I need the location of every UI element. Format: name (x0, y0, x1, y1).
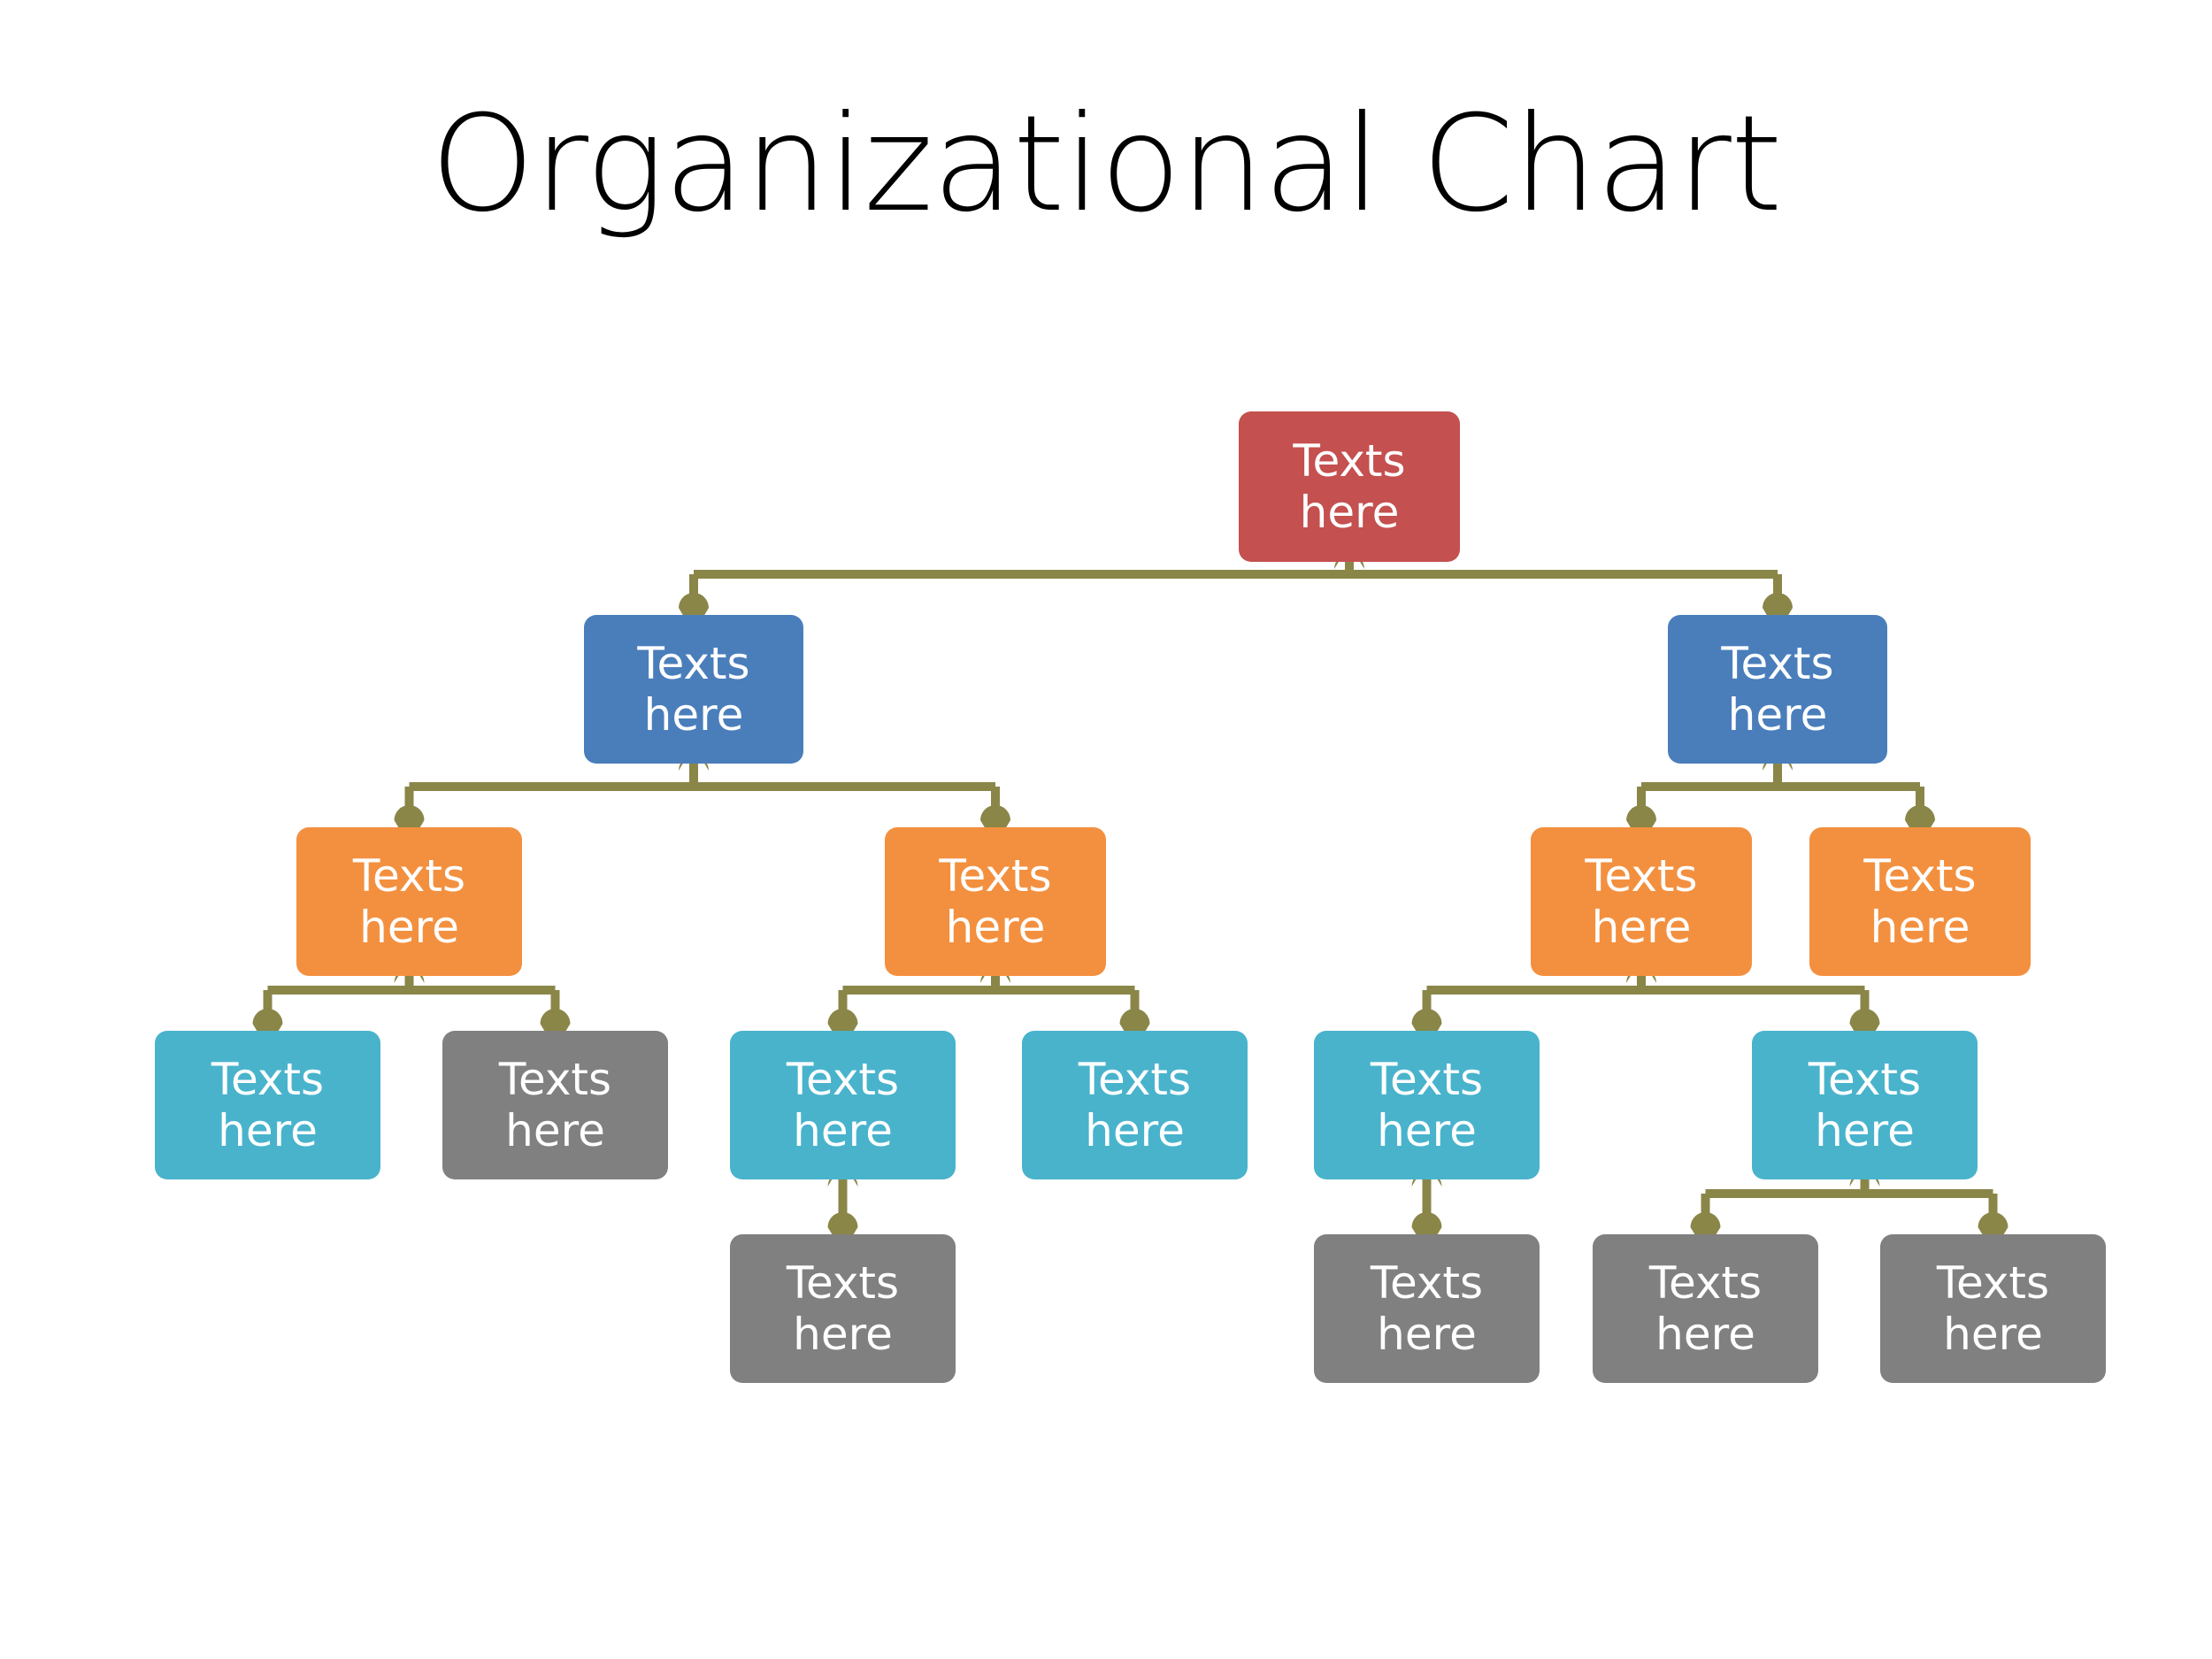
org-node-label-line1: Texts (1370, 1054, 1484, 1105)
org-node-label-line2: here (1655, 1309, 1755, 1360)
org-node-label-line1: Texts (939, 850, 1052, 902)
org-node-n5[interactable]: Texts here (885, 827, 1106, 976)
org-node-n16[interactable]: Texts here (1593, 1234, 1818, 1383)
org-node-n7[interactable]: Texts here (1809, 827, 2031, 976)
org-node-label-line1: Texts (637, 638, 750, 689)
org-node-label-line2: here (1943, 1309, 2043, 1360)
org-chart-canvas: Organizational Chart Texts here Texts here T… (0, 0, 2212, 1659)
org-node-label-line1: Texts (1648, 1257, 1763, 1309)
org-node-n15[interactable]: Texts here (1314, 1234, 1540, 1383)
org-node-n9[interactable]: Texts here (442, 1031, 668, 1179)
page-title: Organizational Chart (430, 88, 1782, 242)
org-node-label-line2: here (1815, 1105, 1915, 1156)
org-node-label-line2: here (1299, 487, 1400, 538)
org-node-label-line2: here (945, 902, 1046, 953)
org-node-n2[interactable]: Texts here (584, 615, 803, 764)
org-node-n3[interactable]: Texts here (1668, 615, 1887, 764)
org-node-label-line2: here (1870, 902, 1970, 953)
org-node-label-line2: here (793, 1309, 893, 1360)
org-node-label-line1: Texts (786, 1257, 900, 1309)
org-node-n1[interactable]: Texts here (1239, 411, 1460, 562)
org-node-n14[interactable]: Texts here (730, 1234, 956, 1383)
org-node-n12[interactable]: Texts here (1314, 1031, 1540, 1179)
org-node-label-line1: Texts (498, 1054, 612, 1105)
org-node-n17[interactable]: Texts here (1880, 1234, 2106, 1383)
org-node-label-line2: here (1377, 1309, 1477, 1360)
org-node-n4[interactable]: Texts here (296, 827, 522, 976)
org-node-n10[interactable]: Texts here (730, 1031, 956, 1179)
org-node-label-line1: Texts (1863, 850, 1977, 902)
org-node-label-line2: here (643, 689, 744, 741)
org-node-label-line1: Texts (211, 1054, 325, 1105)
org-node-label-line2: here (218, 1105, 318, 1156)
org-node-label-line1: Texts (1721, 638, 1834, 689)
org-node-label-line1: Texts (1585, 850, 1698, 902)
org-node-label-line1: Texts (786, 1054, 900, 1105)
org-node-label-line2: here (1591, 902, 1692, 953)
org-node-label-line1: Texts (1370, 1257, 1484, 1309)
org-node-label-line2: here (359, 902, 459, 953)
org-node-label-line1: Texts (1808, 1054, 1922, 1105)
org-node-label-line1: Texts (1936, 1257, 2050, 1309)
org-node-n13[interactable]: Texts here (1752, 1031, 1978, 1179)
org-node-label-line2: here (793, 1105, 893, 1156)
org-node-label-line1: Texts (352, 850, 466, 902)
org-node-n11[interactable]: Texts here (1022, 1031, 1248, 1179)
org-node-label-line1: Texts (1293, 435, 1406, 487)
org-node-label-line1: Texts (1078, 1054, 1192, 1105)
org-node-label-line2: here (1085, 1105, 1185, 1156)
org-node-label-line2: here (1377, 1105, 1477, 1156)
org-node-n8[interactable]: Texts here (155, 1031, 380, 1179)
org-node-label-line2: here (1727, 689, 1828, 741)
org-node-label-line2: here (505, 1105, 605, 1156)
org-node-n6[interactable]: Texts here (1531, 827, 1752, 976)
